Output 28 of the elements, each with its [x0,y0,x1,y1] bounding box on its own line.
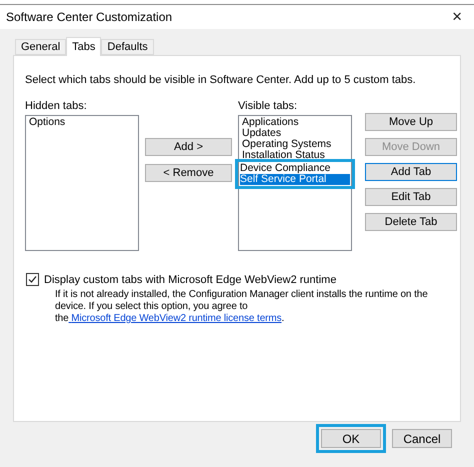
tab[interactable]: Tabs [66,37,102,56]
checkbox-label: Display custom tabs with Microsoft Edge WebView2 runtime [44,274,336,286]
list-item[interactable]: Installation Status [241,150,349,161]
action-button[interactable]: Edit Tab [365,188,457,206]
list-item[interactable]: Operating Systems [241,139,349,150]
license-link[interactable]: Microsoft Edge WebView2 runtime license terms [68,313,282,324]
tab[interactable]: General [15,39,66,55]
tab[interactable]: Defaults [101,39,154,55]
close-button[interactable]: × [448,7,466,27]
instruction-text: Select which tabs should be visible in Software Center. Add up to 5 custom tabs. [25,74,417,86]
description-text: If it is not already installed, the Configuration Manager client installs the runtime on the device. If you select this option, you agree to the Microsoft Edge WebView2 runtime license terms. [55,289,429,325]
list-item[interactable]: Options [28,117,136,128]
action-button[interactable]: Move Up [365,113,457,131]
list-item[interactable]: Updates [241,128,349,139]
window-title: Software Center Customization [6,10,172,24]
move-button[interactable]: Add > [145,138,232,156]
dialog-button[interactable]: OK [321,429,381,448]
dialog-button[interactable]: Cancel [392,429,452,448]
checkbox[interactable] [26,273,39,286]
move-button[interactable]: < Remove [145,164,232,182]
visible-tabs-list[interactable]: Applications Updates Operating Systems Installation Status Device Compliance Self Service Portal [238,115,352,251]
list-label: Visible tabs: [238,100,298,112]
list-item[interactable]: Applications [241,117,349,128]
action-button[interactable]: Add Tab [365,163,457,181]
action-button[interactable]: Delete Tab [365,213,457,231]
hidden-tabs-list[interactable]: Options [25,115,139,251]
list-label: Hidden tabs: [25,100,88,112]
list-item[interactable]: Self Service Portal [235,174,355,189]
